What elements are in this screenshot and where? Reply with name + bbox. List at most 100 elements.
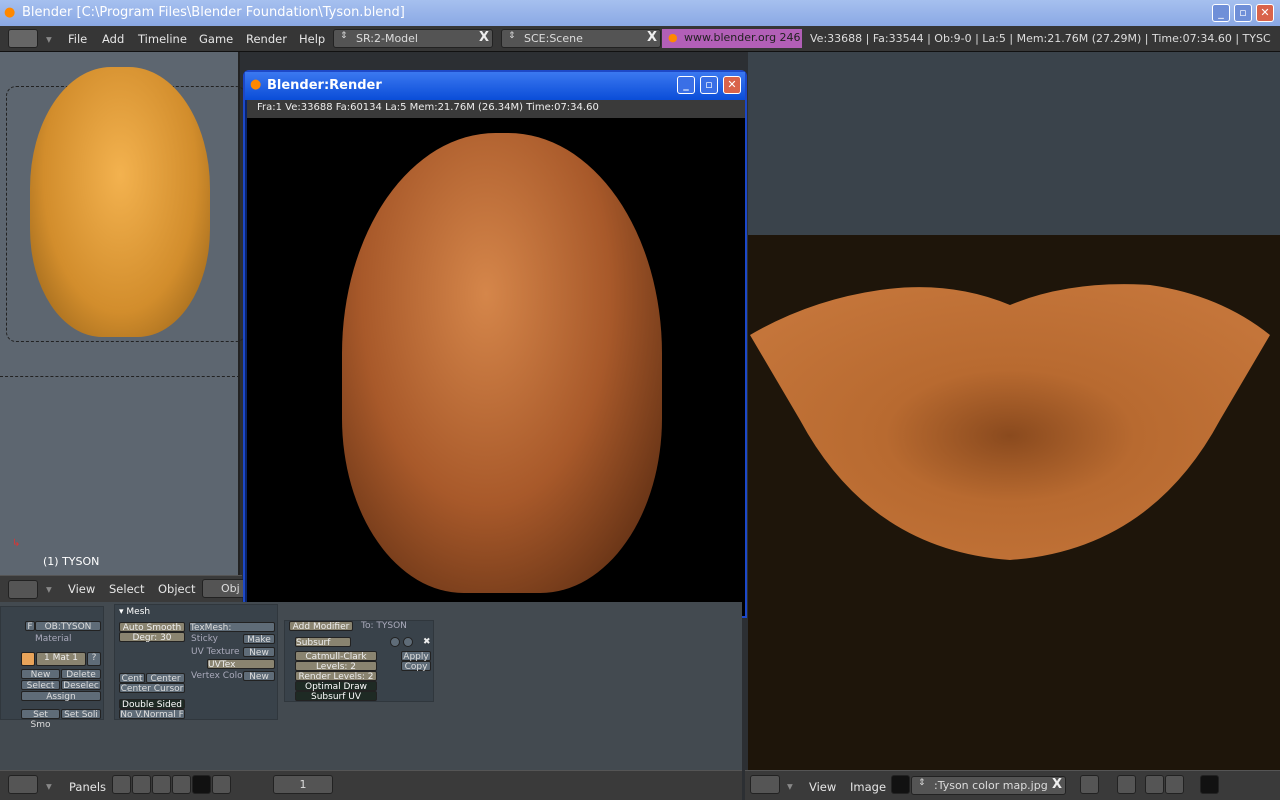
subsurf-uv-toggle[interactable]: Subsurf UV — [295, 691, 377, 702]
pack-image-icon[interactable] — [1080, 775, 1099, 794]
modifier-copy-button[interactable]: Copy — [401, 661, 431, 672]
frame-field[interactable]: 1 — [273, 775, 333, 794]
render-window[interactable]: ● Blender:Render _ ▫ ✕ Fra:1 Ve:33688 Fa… — [243, 70, 747, 618]
3d-view-header: ▾ View Select Object Obj — [0, 575, 252, 602]
menu-image[interactable]: Image — [850, 780, 886, 794]
3d-viewport[interactable]: ↳ (1) TYSON — [0, 52, 246, 575]
editor-type-icon[interactable] — [8, 775, 38, 794]
draw-mode-icon[interactable] — [1145, 775, 1164, 794]
subdivision-type-select[interactable]: Catmull-Clark — [295, 651, 377, 662]
screen-selector[interactable]: ⇕ SR:2-Model X — [333, 29, 493, 48]
menu-view[interactable]: View — [68, 582, 95, 596]
material-select-button[interactable]: Select — [21, 680, 60, 691]
shading-context-icon[interactable] — [152, 775, 171, 794]
material-help-button[interactable]: ? — [87, 652, 101, 666]
optimal-draw-toggle[interactable]: Optimal Draw — [295, 681, 377, 692]
smooth-degree-field[interactable]: Degr: 30 — [119, 632, 185, 643]
menu-game[interactable]: Game — [199, 32, 233, 46]
uvtex-layer-field[interactable]: UVTex — [207, 659, 275, 670]
rendered-head — [342, 133, 662, 593]
render-minimize-button[interactable]: _ — [677, 76, 695, 94]
modifier-up-icon[interactable] — [403, 637, 413, 647]
no-vnormal-flip-toggle[interactable]: No V.Normal F — [119, 709, 185, 720]
image-selector[interactable]: ⇕:Tyson color map.jpg X — [911, 776, 1066, 795]
material-delete-button[interactable]: Delete — [61, 669, 101, 680]
screen-name: SR:2-Model — [356, 32, 418, 45]
collapse-arrow-icon[interactable]: ▾ — [46, 779, 52, 793]
menu-view[interactable]: View — [809, 780, 836, 794]
render-maximize-button[interactable]: ▫ — [700, 76, 718, 94]
modifier-name-field[interactable]: Subsurf — [295, 637, 351, 648]
uv-texture-map — [750, 284, 1270, 560]
collapse-arrow-icon[interactable]: ▾ — [787, 779, 793, 793]
object-name-field[interactable]: OB:TYSON — [35, 621, 101, 632]
levels-field[interactable]: Levels: 2 — [295, 661, 377, 672]
object-context-icon[interactable] — [172, 775, 191, 794]
blender-logo-icon: ● — [250, 77, 262, 92]
alpha-icon[interactable] — [1165, 775, 1184, 794]
image-name: :Tyson color map.jpg — [934, 779, 1048, 792]
cent-button[interactable]: Cent — [119, 673, 145, 684]
render-levels-field[interactable]: Render Levels: 2 — [295, 671, 377, 682]
blender-site-badge[interactable]: ● www.blender.org 246 — [662, 29, 802, 48]
uv-sticky-icon[interactable] — [1117, 775, 1136, 794]
info-editor-type-icon[interactable] — [8, 29, 38, 48]
close-icon[interactable]: X — [647, 30, 657, 45]
material-new-button[interactable]: New — [21, 669, 60, 680]
editing-context-icon[interactable] — [192, 775, 211, 794]
menu-file[interactable]: File — [68, 32, 87, 46]
menu-help[interactable]: Help — [299, 32, 325, 46]
set-solid-button[interactable]: Set Soli — [61, 709, 101, 720]
auto-smooth-toggle[interactable]: Auto Smooth — [119, 622, 185, 633]
mesh-panel: ▾ Mesh Auto Smooth Degr: 30 TexMesh: Sti… — [114, 604, 278, 720]
render-title: Blender:Render — [267, 78, 382, 93]
menu-panels[interactable]: Panels — [69, 780, 106, 794]
add-modifier-button[interactable]: Add Modifier — [289, 621, 353, 632]
menu-add[interactable]: Add — [102, 32, 124, 46]
menu-timeline[interactable]: Timeline — [138, 32, 187, 46]
menu-select[interactable]: Select — [109, 582, 144, 596]
divider — [0, 376, 240, 377]
menu-object[interactable]: Object — [158, 582, 195, 596]
collapse-arrow-icon[interactable]: ▾ — [46, 32, 52, 46]
fake-user-button[interactable]: F — [25, 621, 35, 632]
double-sided-toggle[interactable]: Double Sided — [119, 699, 185, 710]
collapse-arrow-icon[interactable]: ▾ — [46, 582, 52, 596]
render-close-button[interactable]: ✕ — [723, 76, 741, 94]
material-index-field[interactable]: 1 Mat 1 — [36, 652, 86, 666]
menu-render[interactable]: Render — [246, 32, 287, 46]
scene-context-icon[interactable] — [212, 775, 231, 794]
close-icon[interactable]: X — [479, 30, 489, 45]
blender-logo-icon: ● — [668, 31, 678, 44]
mesh-panel-title[interactable]: ▾ Mesh — [119, 607, 150, 617]
render-result-icon[interactable] — [1200, 775, 1219, 794]
material-deselect-button[interactable]: Deselec — [61, 680, 101, 691]
sticky-make-button[interactable]: Make — [243, 634, 275, 645]
material-color-swatch[interactable] — [21, 652, 35, 666]
logic-context-icon[interactable] — [112, 775, 131, 794]
maximize-button[interactable]: ▫ — [1234, 4, 1252, 22]
center-button[interactable]: Center — [146, 673, 185, 684]
minimize-button[interactable]: _ — [1212, 4, 1230, 22]
modifier-apply-button[interactable]: Apply — [401, 651, 431, 662]
close-button[interactable]: ✕ — [1256, 4, 1274, 22]
scene-selector[interactable]: ⇕ SCE:Scene X — [501, 29, 661, 48]
sticky-label: Sticky — [191, 634, 218, 644]
modifier-move-icon[interactable] — [390, 637, 400, 647]
scene-name: SCE:Scene — [524, 32, 583, 45]
modifier-delete-icon[interactable]: ✖ — [423, 637, 431, 647]
texmesh-field[interactable]: TexMesh: — [189, 622, 275, 633]
script-context-icon[interactable] — [132, 775, 151, 794]
paint-brush-icon[interactable] — [891, 775, 910, 794]
render-info: Fra:1 Ve:33688 Fa:60134 La:5 Mem:21.76M … — [247, 100, 745, 118]
center-cursor-button[interactable]: Center Cursor — [119, 683, 185, 694]
site-text: www.blender.org 246 — [684, 31, 801, 44]
set-smooth-button[interactable]: Set Smo — [21, 709, 60, 730]
vertex-color-new-button[interactable]: New — [243, 671, 275, 682]
image-editor-header: ▾ View Image ⇕:Tyson color map.jpg X — [745, 770, 1280, 800]
close-icon[interactable]: X — [1052, 777, 1062, 792]
editor-type-icon[interactable] — [8, 580, 38, 599]
editor-type-icon[interactable] — [750, 775, 780, 794]
material-assign-button[interactable]: Assign — [21, 691, 101, 702]
uv-texture-new-button[interactable]: New — [243, 647, 275, 658]
